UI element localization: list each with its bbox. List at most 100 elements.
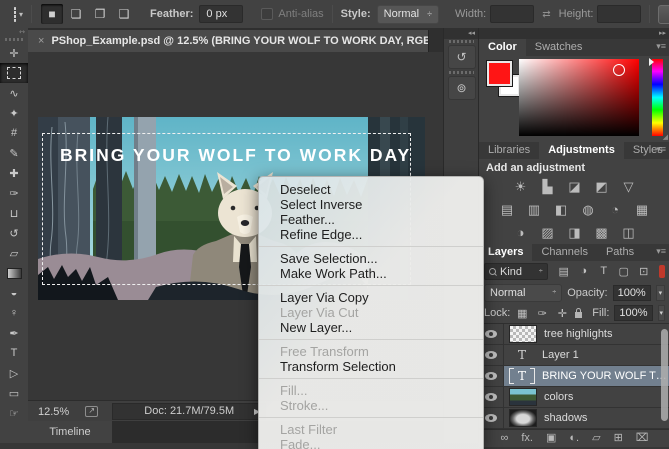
- layer-thumbnail[interactable]: T: [509, 347, 535, 363]
- menu-item-refine-edge[interactable]: Refine Edge...: [259, 227, 483, 242]
- eraser-tool[interactable]: ▱: [0, 243, 28, 263]
- add-to-selection-button[interactable]: ❏: [65, 4, 87, 24]
- opacity-dropdown-icon[interactable]: ▾: [656, 285, 665, 301]
- menu-item-feather[interactable]: Feather...: [259, 212, 483, 227]
- dodge-tool[interactable]: ♀: [0, 303, 28, 323]
- clone-stamp-tool[interactable]: ⊔: [0, 203, 28, 223]
- opacity-value[interactable]: 100%: [613, 285, 651, 301]
- panel-resize-grip[interactable]: ◢: [663, 133, 668, 141]
- layer-row-tree-highlights[interactable]: tree highlights: [479, 324, 669, 345]
- antialias-checkbox[interactable]: Anti-alias: [261, 8, 323, 20]
- filter-type-layers-icon[interactable]: T: [597, 265, 611, 278]
- black-and-white-icon[interactable]: ◧: [552, 202, 570, 218]
- layer-main[interactable]: TLayer 1: [504, 345, 669, 365]
- layer-main[interactable]: TBRING YOUR WOLF TO W...: [504, 366, 669, 386]
- timeline-tab[interactable]: Timeline: [28, 421, 112, 443]
- refine-edge-button[interactable]: Refine Edge...: [658, 5, 669, 24]
- tab-libraries[interactable]: Libraries: [479, 142, 539, 159]
- layer-thumbnail[interactable]: [509, 388, 537, 406]
- lasso-tool[interactable]: ∿: [0, 83, 28, 103]
- hue-saturation-icon[interactable]: ▤: [498, 202, 516, 218]
- photo-filter-icon[interactable]: ◍: [579, 202, 597, 218]
- swap-dimensions-icon[interactable]: ⇄: [542, 9, 550, 20]
- channel-mixer-icon[interactable]: ◔: [606, 202, 624, 217]
- menu-item-save-selection[interactable]: Save Selection...: [259, 251, 483, 266]
- add-layer-mask-icon[interactable]: ▣: [546, 430, 556, 447]
- document-tab[interactable]: × PShop_Example.psd @ 12.5% (BRING YOUR …: [28, 30, 429, 52]
- subtract-from-selection-button[interactable]: ❐: [89, 4, 111, 24]
- move-tool[interactable]: ✛: [0, 43, 28, 63]
- panel-menu-icon[interactable]: ▾≡: [656, 144, 666, 155]
- layer-main[interactable]: colors: [504, 387, 669, 407]
- layer-thumbnail[interactable]: [509, 409, 537, 427]
- delete-layer-icon[interactable]: ⌧: [636, 430, 649, 447]
- layer-main[interactable]: shadows: [504, 408, 669, 428]
- brightness-contrast-icon[interactable]: ☀: [512, 179, 530, 195]
- feather-input[interactable]: 0 px: [199, 5, 243, 23]
- layer-row-bring-your-wolf-to-w[interactable]: TBRING YOUR WOLF TO W...: [479, 366, 669, 387]
- selective-color-icon[interactable]: ◫: [620, 225, 638, 241]
- fill-value[interactable]: 100%: [614, 305, 652, 321]
- collapse-tools-icon[interactable]: ⇿: [0, 28, 28, 37]
- zoom-level[interactable]: 12.5%: [38, 406, 69, 418]
- layer-row-layer-1[interactable]: TLayer 1: [479, 345, 669, 366]
- type-tool[interactable]: T: [0, 343, 28, 363]
- tab-color[interactable]: Color: [479, 39, 526, 56]
- spot-healing-brush-tool[interactable]: ✚: [0, 163, 28, 183]
- layer-effects-icon[interactable]: fx.: [521, 430, 533, 447]
- intersect-selection-button[interactable]: ❑: [113, 4, 135, 24]
- foreground-color-swatch[interactable]: [487, 61, 512, 86]
- filter-adjustment-layers-icon[interactable]: ◑: [577, 265, 591, 278]
- gradient-map-icon[interactable]: ▩: [593, 225, 611, 241]
- lock-image-pixels-icon[interactable]: ✑: [535, 307, 549, 320]
- hue-strip[interactable]: [652, 59, 663, 136]
- new-adjustment-layer-icon[interactable]: ◐.: [569, 430, 579, 447]
- history-panel-icon[interactable]: ↺: [448, 45, 476, 69]
- panel-menu-icon[interactable]: ▾≡: [656, 41, 666, 52]
- rectangle-shape-tool[interactable]: ▭: [0, 383, 28, 403]
- saturation-brightness-box[interactable]: [519, 59, 639, 136]
- quick-selection-tool[interactable]: ✦: [0, 103, 28, 123]
- threshold-icon[interactable]: ◨: [566, 225, 584, 241]
- menu-item-make-work-path[interactable]: Make Work Path...: [259, 266, 483, 281]
- eyedropper-tool[interactable]: ✎: [0, 143, 28, 163]
- layer-row-colors[interactable]: colors: [479, 387, 669, 408]
- tab-paths[interactable]: Paths: [597, 244, 643, 261]
- path-selection-tool[interactable]: ▷: [0, 363, 28, 383]
- tab-swatches[interactable]: Swatches: [526, 39, 592, 56]
- blend-mode-dropdown[interactable]: Normal ÷: [484, 284, 562, 302]
- tool-preset-caret-icon[interactable]: ▾: [19, 10, 23, 19]
- filter-shape-layers-icon[interactable]: ▢: [617, 265, 631, 278]
- collapse-dock-icon[interactable]: ◂◂: [444, 28, 479, 39]
- hue-marker-icon[interactable]: [649, 58, 654, 66]
- menu-item-transform-selection[interactable]: Transform Selection: [259, 359, 483, 374]
- filter-smart-objects-icon[interactable]: ⊡: [637, 265, 651, 278]
- expand-dock-icon[interactable]: ▸▸: [479, 28, 669, 39]
- layer-thumbnail[interactable]: T: [509, 368, 535, 384]
- brush-tool[interactable]: ✑: [0, 183, 28, 203]
- tool-presets-panel-icon[interactable]: ⊚: [448, 76, 476, 100]
- panel-grip[interactable]: [5, 38, 23, 41]
- vibrance-icon[interactable]: ▽: [620, 179, 638, 195]
- tab-adjustments[interactable]: Adjustments: [539, 142, 624, 159]
- layer-main[interactable]: tree highlights: [504, 324, 669, 344]
- link-layers-icon[interactable]: ∞: [501, 430, 509, 447]
- doc-size-field[interactable]: Doc: 21.7M/79.5M ▶: [112, 403, 266, 420]
- fill-dropdown-icon[interactable]: ▾: [658, 305, 665, 321]
- hand-tool[interactable]: ☞: [0, 403, 28, 423]
- history-brush-tool[interactable]: ↺: [0, 223, 28, 243]
- invert-icon[interactable]: ◑: [512, 225, 530, 240]
- lock-transparent-pixels-icon[interactable]: ▦: [515, 307, 529, 320]
- gradient-tool[interactable]: [0, 263, 28, 283]
- height-input[interactable]: [597, 5, 641, 23]
- layer-thumbnail[interactable]: [509, 325, 537, 343]
- panel-grip[interactable]: [449, 40, 474, 43]
- menu-item-deselect[interactable]: Deselect: [259, 182, 483, 197]
- color-picker-marker[interactable]: [613, 64, 625, 76]
- crop-tool[interactable]: #: [0, 123, 28, 143]
- style-dropdown[interactable]: Normal ÷: [377, 5, 439, 24]
- layers-scrollbar[interactable]: [661, 329, 668, 421]
- marquee-tool-preset-icon[interactable]: [14, 7, 16, 22]
- lock-position-icon[interactable]: ✛: [555, 307, 569, 320]
- export-icon[interactable]: ↗: [85, 406, 98, 417]
